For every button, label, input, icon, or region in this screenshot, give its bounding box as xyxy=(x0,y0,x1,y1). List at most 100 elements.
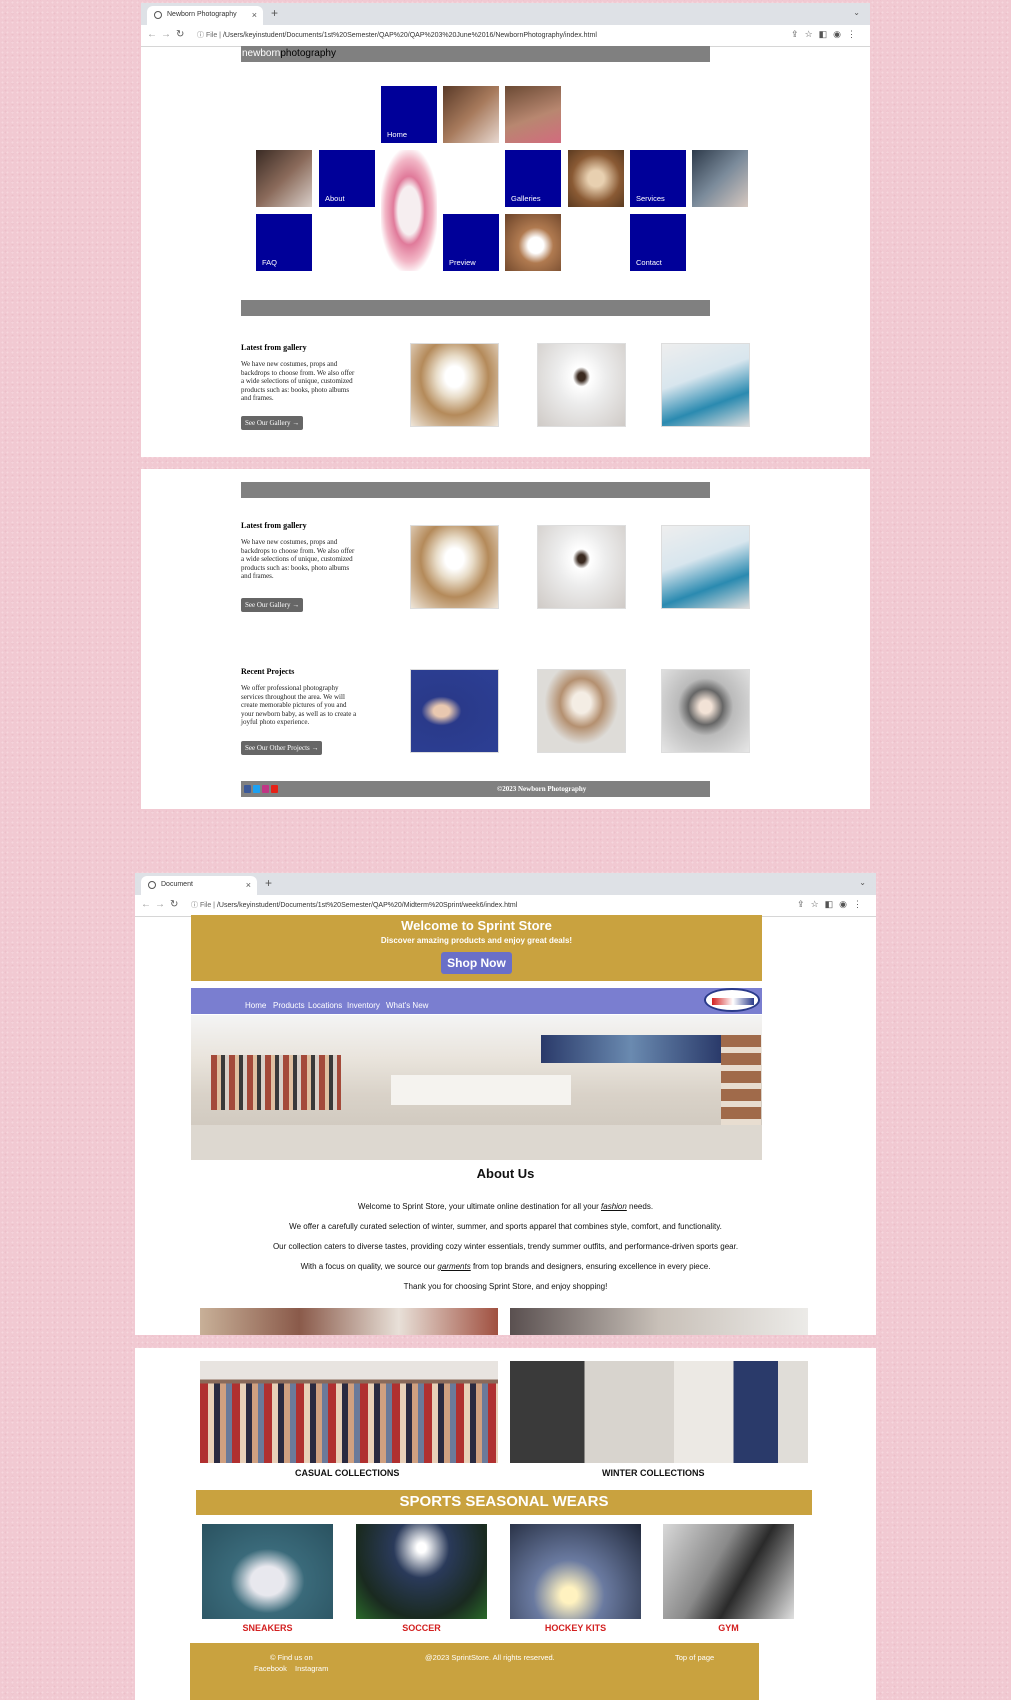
gallery-image xyxy=(537,343,626,427)
globe-icon xyxy=(154,11,162,19)
new-tab-icon[interactable]: + xyxy=(271,6,278,20)
back-icon[interactable]: ← xyxy=(141,899,151,910)
footer-copyright: @2023 SprintStore. All rights reserved. xyxy=(425,1653,555,1662)
soccer-image xyxy=(356,1524,487,1619)
nav-tile-home[interactable]: Home xyxy=(381,86,437,143)
nav-tile-galleries[interactable]: Galleries xyxy=(505,150,561,207)
about-title: About Us xyxy=(476,1166,535,1181)
section-text: We offer professional photography servic… xyxy=(241,684,357,727)
project-image xyxy=(410,669,499,753)
browser-tab[interactable]: Newborn Photography × xyxy=(147,6,263,25)
nav-locations[interactable]: Locations xyxy=(308,1001,342,1010)
youtube-icon[interactable] xyxy=(271,785,278,793)
divider-bar xyxy=(241,300,710,316)
reload-icon[interactable]: ↻ xyxy=(170,899,178,910)
browser-chrome: Newborn Photography × + ⌄ ← → ↻ ⓘ File | … xyxy=(141,3,870,47)
address-bar[interactable]: ← → ↻ ⓘ File | /Users/keyinstudent/Docum… xyxy=(135,895,876,917)
gallery-button[interactable]: See Our Gallery → xyxy=(241,598,304,612)
about-p5: Thank you for choosing Sprint Store, and… xyxy=(403,1282,608,1291)
footer-find-us: © Find us on xyxy=(270,1653,313,1662)
nav-tile-services[interactable]: Services xyxy=(630,150,686,207)
url-text[interactable]: /Users/keyinstudent/Documents/1st%20Seme… xyxy=(217,902,517,909)
logo-part1: newborn xyxy=(242,48,281,59)
store-logo xyxy=(704,988,760,1012)
collection-image-partial xyxy=(510,1308,808,1335)
projects-button[interactable]: See Our Other Projects → xyxy=(241,741,323,755)
store-footer: © Find us on Facebook Instagram @2023 Sp… xyxy=(190,1643,759,1700)
gallery-image xyxy=(410,525,499,609)
back-icon[interactable]: ← xyxy=(147,29,157,40)
nav-tile-faq[interactable]: FAQ xyxy=(256,214,312,271)
gallery-image xyxy=(661,525,750,609)
toolbar-icons[interactable]: ⇪☆◧◉⋮ xyxy=(797,899,868,910)
hockey-image xyxy=(510,1524,641,1619)
site-header: newbornphotography xyxy=(241,46,710,62)
footer-instagram-link[interactable]: Instagram xyxy=(295,1664,328,1673)
casual-collections-label: CASUAL COLLECTIONS xyxy=(295,1468,400,1478)
nav-home[interactable]: Home xyxy=(245,1001,266,1010)
footer-facebook-link[interactable]: Facebook xyxy=(254,1664,287,1673)
toolbar-icons[interactable]: ⇪☆◧◉⋮ xyxy=(791,29,862,40)
nav-tile-about[interactable]: About xyxy=(319,150,375,207)
soccer-label[interactable]: SOCCER xyxy=(356,1623,487,1633)
facebook-icon[interactable] xyxy=(244,785,251,793)
twitter-icon[interactable] xyxy=(253,785,260,793)
chevron-down-icon[interactable]: ⌄ xyxy=(853,8,860,17)
nav-tile-preview[interactable]: Preview xyxy=(443,214,499,271)
forward-icon[interactable]: → xyxy=(161,29,171,40)
footer-copyright: ©2023 Newborn Photography xyxy=(497,785,587,793)
gallery-image xyxy=(537,525,626,609)
gallery-image xyxy=(410,343,499,427)
nav-inventory[interactable]: Inventory xyxy=(347,1001,380,1010)
close-tab-icon[interactable]: × xyxy=(252,10,257,20)
project-image xyxy=(661,669,750,753)
divider-bar xyxy=(241,482,710,498)
top-of-page-link[interactable]: Top of page xyxy=(675,1653,714,1662)
info-icon: ⓘ xyxy=(191,902,200,909)
close-tab-icon[interactable]: × xyxy=(246,880,251,890)
browser-window-sprint-scrolled: CASUAL COLLECTIONS WINTER COLLECTIONS SP… xyxy=(135,1348,876,1700)
forward-icon[interactable]: → xyxy=(155,899,165,910)
nav-tile-contact[interactable]: Contact xyxy=(630,214,686,271)
shop-now-button[interactable]: Shop Now xyxy=(441,952,512,974)
browser-window-newborn: Newborn Photography × + ⌄ ← → ↻ ⓘ File | … xyxy=(141,3,870,457)
hockey-kits-label[interactable]: HOCKEY KITS xyxy=(510,1623,641,1633)
store-hero-image xyxy=(191,1015,762,1160)
section-text: We have new costumes, props and backdrop… xyxy=(241,538,355,581)
store-nav: Home Products Locations Inventory What's… xyxy=(191,988,762,1014)
casual-collections-image xyxy=(200,1361,498,1463)
reload-icon[interactable]: ↻ xyxy=(176,29,184,40)
instagram-icon[interactable] xyxy=(262,785,269,793)
store-subtitle: Discover amazing products and enjoy grea… xyxy=(380,936,573,945)
section-title: Recent Projects xyxy=(241,667,295,676)
section-title: Latest from gallery xyxy=(241,343,307,352)
photo-tile xyxy=(505,214,561,271)
section-text: We have new costumes, props and backdrop… xyxy=(241,360,355,403)
section-title: Latest from gallery xyxy=(241,521,307,530)
photo-tile xyxy=(692,150,748,207)
nav-products[interactable]: Products xyxy=(273,1001,305,1010)
sneakers-label[interactable]: SNEAKERS xyxy=(202,1623,333,1633)
gym-label[interactable]: GYM xyxy=(663,1623,794,1633)
gallery-image xyxy=(661,343,750,427)
garments-link[interactable]: garments xyxy=(437,1262,470,1271)
url-text[interactable]: /Users/keyinstudent/Documents/1st%20Seme… xyxy=(223,32,597,39)
store-title: Welcome to Sprint Store xyxy=(401,918,552,933)
new-tab-icon[interactable]: + xyxy=(265,876,272,890)
sports-title: SPORTS SEASONAL WEARS xyxy=(196,1490,812,1515)
winter-collections-label: WINTER COLLECTIONS xyxy=(602,1468,705,1478)
about-p4: With a focus on quality, we source our g… xyxy=(300,1262,711,1271)
gallery-button[interactable]: See Our Gallery → xyxy=(241,416,304,430)
photo-tile xyxy=(505,86,561,143)
nav-whats-new[interactable]: What's New xyxy=(386,1001,428,1010)
photo-tile xyxy=(568,150,624,207)
chevron-down-icon[interactable]: ⌄ xyxy=(859,878,866,887)
photo-tile-flowers xyxy=(381,150,437,271)
winter-collections-image xyxy=(510,1361,808,1463)
address-bar[interactable]: ← → ↻ ⓘ File | /Users/keyinstudent/Docum… xyxy=(141,25,870,47)
browser-tab[interactable]: Document × xyxy=(141,876,257,895)
fashion-link[interactable]: fashion xyxy=(601,1202,627,1211)
collection-image-partial xyxy=(200,1308,498,1335)
site-footer: ©2023 Newborn Photography xyxy=(241,781,710,797)
photo-tile xyxy=(443,86,499,143)
